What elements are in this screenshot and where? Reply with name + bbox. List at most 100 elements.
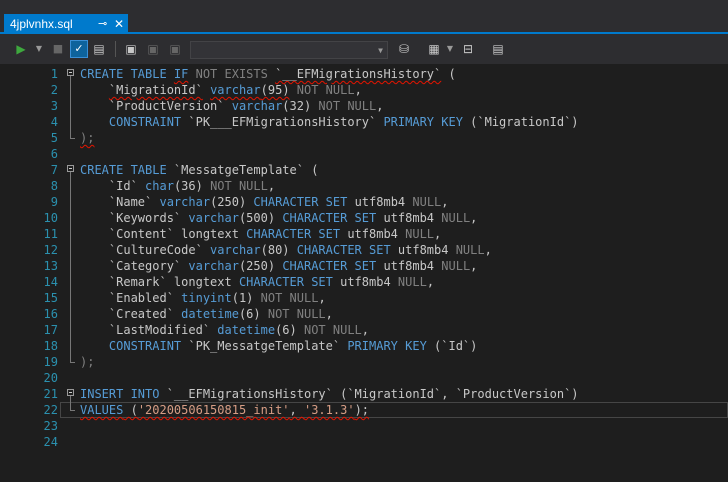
line-number: 9 xyxy=(50,195,58,209)
line-number: 10 xyxy=(43,211,58,225)
stop-icon[interactable]: ■ xyxy=(52,40,64,58)
code-line[interactable]: 17 `LastModified` datetime(6) NOT NULL, xyxy=(0,322,728,338)
code-token: (80) xyxy=(260,243,297,257)
change-connection-icon[interactable]: ▣ xyxy=(167,40,183,58)
code-token: utf8mb4 xyxy=(376,259,442,273)
connect-icon[interactable]: ▣ xyxy=(123,40,139,58)
code-token: NULL xyxy=(412,195,442,209)
collapse-icon[interactable] xyxy=(67,162,77,178)
collapse-icon[interactable] xyxy=(67,66,77,82)
code-token: CHARACTER SET xyxy=(282,211,377,225)
code-token: varchar xyxy=(210,83,261,97)
options-icon[interactable]: ▤ xyxy=(490,40,506,58)
code-line[interactable]: 19); xyxy=(0,354,728,370)
document-tab[interactable]: 4jplvnhx.sql ⊸ ✕ xyxy=(4,14,128,34)
line-number: 1 xyxy=(50,67,58,81)
code-line[interactable]: 21 INSERT INTO `__EFMigrationsHistory` (`… xyxy=(0,386,728,402)
code-token: '3.1.3' xyxy=(303,403,355,417)
code-token: (500) xyxy=(238,211,283,225)
code-text: `ProductVersion` varchar(32) NOT NULL, xyxy=(80,98,384,114)
document-icon[interactable]: ▤ xyxy=(92,40,106,58)
close-icon[interactable]: ✕ xyxy=(114,14,124,34)
code-token: , xyxy=(354,83,362,97)
code-token: '20200506150815_init' xyxy=(137,403,290,417)
code-line[interactable]: 7 CREATE TABLE `MessatgeTemplate` ( xyxy=(0,162,728,178)
line-number: 14 xyxy=(43,275,58,289)
code-token: , xyxy=(267,179,276,193)
tab-filename: 4jplvnhx.sql xyxy=(10,17,73,31)
code-token: (250) xyxy=(210,195,254,209)
code-token: NOT NULL xyxy=(289,83,355,97)
database-icon[interactable]: ⛁ xyxy=(396,40,412,58)
sql-editor[interactable]: 1 CREATE TABLE IF NOT EXISTS `__EFMigrati… xyxy=(0,64,728,482)
code-token: VALUES xyxy=(80,403,124,417)
code-line[interactable]: 18 CONSTRAINT `PK_MessatgeTemplate` PRIM… xyxy=(0,338,728,354)
code-line[interactable]: 2 `MigrationId` varchar(95) NOT NULL, xyxy=(0,82,728,98)
code-token: NOT NULL xyxy=(303,323,362,337)
code-token: CHARACTER SET xyxy=(253,195,348,209)
line-number: 12 xyxy=(43,243,58,257)
code-line[interactable]: 9 `Name` varchar(250) CHARACTER SET utf8… xyxy=(0,194,728,210)
execution-plan-icon[interactable]: ⊟ xyxy=(460,40,476,58)
line-number: 15 xyxy=(43,291,58,305)
code-token: `Keywords` xyxy=(80,211,189,225)
code-line[interactable]: 5); xyxy=(0,130,728,146)
pin-icon[interactable]: ⊸ xyxy=(98,14,107,34)
code-line[interactable]: 3 `ProductVersion` varchar(32) NOT NULL, xyxy=(0,98,728,114)
collapse-icon[interactable] xyxy=(67,386,77,402)
code-token: CONSTRAINT xyxy=(108,339,182,353)
code-token: varchar xyxy=(210,243,261,257)
fold-guide xyxy=(67,178,77,194)
code-line[interactable]: 24 xyxy=(0,434,728,450)
code-token: (36) xyxy=(173,179,211,193)
code-token: `Category` xyxy=(80,259,189,273)
code-token: , xyxy=(470,211,478,225)
chevron-down-icon[interactable]: ▼ xyxy=(34,40,44,58)
code-line[interactable]: 4 CONSTRAINT `PK___EFMigrationsHistory` … xyxy=(0,114,728,130)
code-token: `ProductVersion` xyxy=(80,99,232,113)
code-token: `MessatgeTemplate` ( xyxy=(166,163,319,177)
code-token: `Enabled` xyxy=(80,291,182,305)
disconnect-icon[interactable]: ▣ xyxy=(145,40,161,58)
code-text: `Content` longtext CHARACTER SET utf8mb4… xyxy=(80,226,441,242)
code-token: CHARACTER SET xyxy=(282,259,377,273)
line-number: 23 xyxy=(43,419,58,433)
checkmark-icon[interactable]: ✓ xyxy=(70,40,88,58)
results-grid-icon[interactable]: ▦ xyxy=(426,40,442,58)
code-token: `CultureCode` xyxy=(80,243,211,257)
line-number: 2 xyxy=(50,83,58,97)
code-token: varchar xyxy=(188,259,239,273)
code-token: , xyxy=(325,307,333,321)
code-token: CONSTRAINT xyxy=(108,115,182,129)
fold-guide xyxy=(67,210,77,226)
code-line[interactable]: 8 `Id` char(36) NOT NULL, xyxy=(0,178,728,194)
code-line[interactable]: 11 `Content` longtext CHARACTER SET utf8… xyxy=(0,226,728,242)
code-line[interactable]: 16 `Created` datetime(6) NOT NULL, xyxy=(0,306,728,322)
code-token: CHARACTER SET xyxy=(238,275,333,289)
code-token: `PK___EFMigrationsHistory` xyxy=(181,115,384,129)
database-select[interactable]: ▼ xyxy=(190,41,388,59)
code-line[interactable]: 13 `Category` varchar(250) CHARACTER SET… xyxy=(0,258,728,274)
code-token: NULL xyxy=(455,243,485,257)
code-token: utf8mb4 xyxy=(340,227,406,241)
code-token: CHARACTER SET xyxy=(296,243,391,257)
code-token: ( xyxy=(441,67,456,81)
code-token: , xyxy=(289,403,304,417)
code-line[interactable]: 14 `Remark` longtext CHARACTER SET utf8m… xyxy=(0,274,728,290)
code-line[interactable]: 1 CREATE TABLE IF NOT EXISTS `__EFMigrati… xyxy=(0,66,728,82)
code-token: NULL xyxy=(397,275,427,289)
code-line[interactable]: 15 `Enabled` tinyint(1) NOT NULL, xyxy=(0,290,728,306)
code-line[interactable]: 22 VALUES ('20200506150815_init', '3.1.3'… xyxy=(0,402,728,418)
toolbar-separator xyxy=(115,41,116,57)
code-line[interactable]: 12 `CultureCode` varchar(80) CHARACTER S… xyxy=(0,242,728,258)
code-token: (6) xyxy=(275,323,304,337)
fold-end xyxy=(67,354,77,370)
play-icon[interactable]: ▶ xyxy=(14,40,28,58)
code-token: CREATE TABLE xyxy=(80,67,174,81)
code-line[interactable]: 23 xyxy=(0,418,728,434)
code-line[interactable]: 6 xyxy=(0,146,728,162)
chevron-down-icon[interactable]: ▼ xyxy=(446,40,454,58)
code-line[interactable]: 20 xyxy=(0,370,728,386)
code-line[interactable]: 10 `Keywords` varchar(500) CHARACTER SET… xyxy=(0,210,728,226)
